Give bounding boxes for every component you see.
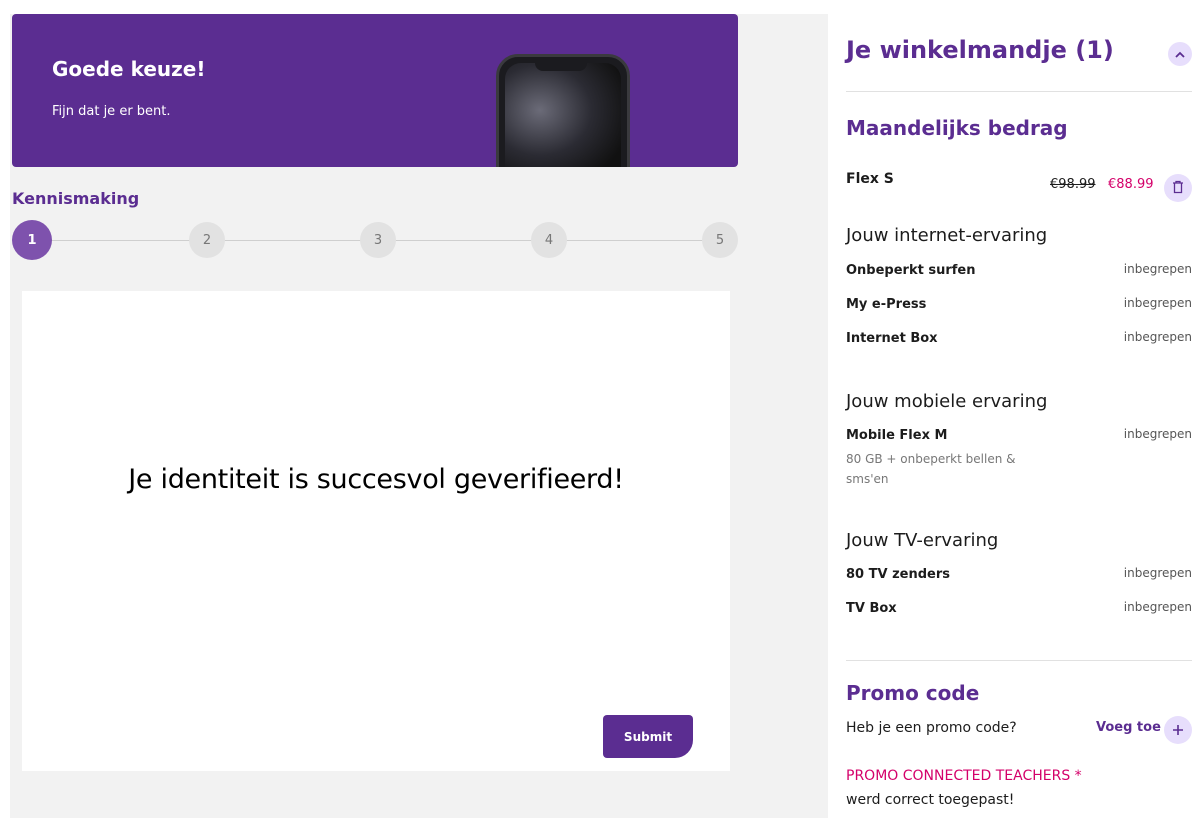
- chevron-up-icon: [1175, 48, 1185, 61]
- hero-title: Goede keuze!: [52, 57, 206, 81]
- list-item-label: 80 TV zenders: [846, 567, 950, 582]
- list-item-label: My e-Press: [846, 297, 927, 312]
- submit-button[interactable]: Submit: [603, 715, 693, 758]
- list-item-description: 80 GB + onbeperkt bellen & sms'en: [846, 452, 1016, 486]
- step-5[interactable]: 5: [702, 222, 738, 258]
- verification-card: Je identiteit is succesvol geverifieerd!…: [22, 291, 730, 771]
- list-item-label: Mobile Flex M: [846, 428, 948, 443]
- old-price: €98.99: [1050, 177, 1096, 192]
- plan-name: Flex S: [846, 171, 894, 187]
- applied-promo-name: PROMO CONNECTED TEACHERS *: [846, 768, 1082, 784]
- phone-image: [496, 54, 630, 167]
- step-2[interactable]: 2: [189, 222, 225, 258]
- verification-message: Je identiteit is succesvol geverifieerd!: [128, 464, 624, 495]
- cart-title: Je winkelmandje (1): [846, 36, 1114, 64]
- list-item-label: Internet Box: [846, 331, 938, 346]
- plus-icon: [1172, 720, 1184, 741]
- list-item-value: inbegrepen: [1123, 427, 1192, 441]
- divider: [846, 660, 1192, 661]
- remove-plan-button[interactable]: [1164, 174, 1192, 202]
- phone-notch: [535, 61, 587, 71]
- list-item-value: inbegrepen: [1123, 566, 1192, 580]
- add-promo-button[interactable]: [1164, 716, 1192, 744]
- tv-title: Jouw TV-ervaring: [846, 530, 999, 551]
- applied-promo-status: werd correct toegepast!: [846, 792, 1015, 808]
- list-item-label: TV Box: [846, 601, 897, 616]
- list-item-value: inbegrepen: [1123, 296, 1192, 310]
- step-4[interactable]: 4: [531, 222, 567, 258]
- hero-banner: Goede keuze! Fijn dat je er bent.: [12, 14, 738, 167]
- list-item-label: Onbeperkt surfen: [846, 263, 976, 278]
- step-1[interactable]: 1: [12, 220, 52, 260]
- new-price: €88.99: [1108, 177, 1154, 192]
- hero-subtitle: Fijn dat je er bent.: [52, 104, 171, 119]
- divider: [846, 91, 1192, 92]
- step-title: Kennismaking: [12, 189, 140, 208]
- shopping-cart: Je winkelmandje (1) Maandelijks bedrag F…: [846, 0, 1192, 818]
- internet-title: Jouw internet-ervaring: [846, 225, 1048, 246]
- monthly-title: Maandelijks bedrag: [846, 116, 1068, 140]
- list-item-value: inbegrepen: [1123, 330, 1192, 344]
- phone-screen: [505, 63, 621, 167]
- promo-title: Promo code: [846, 681, 980, 705]
- trash-icon: [1172, 179, 1184, 198]
- collapse-cart-button[interactable]: [1168, 42, 1192, 66]
- list-item-value: inbegrepen: [1123, 600, 1192, 614]
- mobile-title: Jouw mobiele ervaring: [846, 391, 1048, 412]
- step-3[interactable]: 3: [360, 222, 396, 258]
- add-promo-link[interactable]: Voeg toe: [1096, 720, 1161, 735]
- list-item-value: inbegrepen: [1123, 262, 1192, 276]
- page: Goede keuze! Fijn dat je er bent. Kennis…: [0, 0, 1200, 818]
- promo-question: Heb je een promo code?: [846, 720, 1017, 736]
